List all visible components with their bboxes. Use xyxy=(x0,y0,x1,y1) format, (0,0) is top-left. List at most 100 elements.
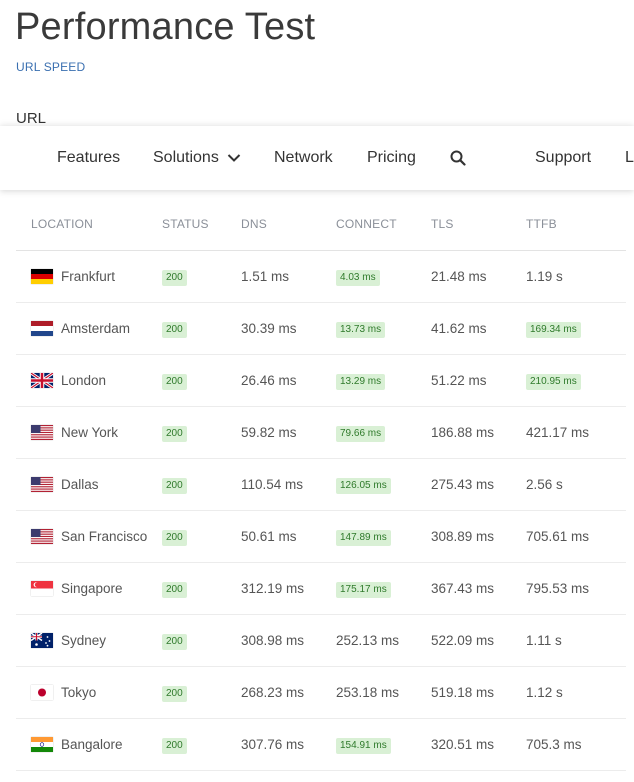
table-row: Tokyo 200 268.23 ms 253.18 ms 519.18 ms 1.12 … xyxy=(16,666,626,719)
cell-location: Sydney xyxy=(16,614,162,667)
connect-value: 13.29 ms xyxy=(336,373,386,390)
location-name: London xyxy=(61,373,107,388)
search-button[interactable] xyxy=(450,126,466,190)
cell-location: Amsterdam xyxy=(16,302,162,355)
ttfb-value: 1.12 s xyxy=(526,685,563,700)
cell-location: London xyxy=(16,354,162,407)
status-badge: 200 xyxy=(162,321,187,338)
ttfb-value: 2.56 s xyxy=(526,477,563,492)
ttfb-value: 795.53 ms xyxy=(526,581,590,596)
usa-flag-icon xyxy=(31,529,53,544)
connect-value: 4.03 ms xyxy=(336,269,380,286)
table-row: San Francisco 200 50.61 ms 147.89 ms 308.89 … xyxy=(16,510,626,563)
cell-tls: 41.62 ms xyxy=(431,302,526,355)
cell-status: 200 xyxy=(162,562,241,615)
page-subtitle: URL SPEED xyxy=(16,60,86,74)
cell-ttfb: 2.56 s xyxy=(526,458,626,511)
header-dns[interactable]: DNS xyxy=(241,198,336,251)
location-name: Sydney xyxy=(61,633,107,648)
nav-item-cut-off[interactable]: L xyxy=(625,126,634,190)
status-badge: 200 xyxy=(162,425,187,442)
connect-value: 147.89 ms xyxy=(336,529,391,546)
status-badge: 200 xyxy=(162,477,187,494)
cell-ttfb: 705.61 ms xyxy=(526,510,626,563)
location-name: Dallas xyxy=(61,477,99,492)
cell-connect: 13.29 ms xyxy=(336,354,431,407)
connect-value: 126.05 ms xyxy=(336,477,391,494)
location-name: Frankfurt xyxy=(61,269,116,284)
cell-connect: 79.66 ms xyxy=(336,406,431,459)
india-flag-icon xyxy=(31,737,53,752)
results-table-container: LOCATION STATUS DNS CONNECT TLS TTFB Fra… xyxy=(16,198,626,771)
nav-network[interactable]: Network xyxy=(274,126,333,190)
nav-solutions[interactable]: Solutions xyxy=(153,126,241,190)
table-row: Bangalore 200 307.76 ms 154.91 ms 320.51 ms 7… xyxy=(16,718,626,771)
cell-connect: 13.73 ms xyxy=(336,302,431,355)
australia-flag-icon xyxy=(30,632,53,648)
location-name: Amsterdam xyxy=(61,321,131,336)
ttfb-value: 1.19 s xyxy=(526,269,563,284)
header-status[interactable]: STATUS xyxy=(162,198,241,251)
header-ttfb[interactable]: TTFB xyxy=(526,198,626,251)
cell-tls: 51.22 ms xyxy=(431,354,526,407)
cell-ttfb: 1.19 s xyxy=(526,250,626,303)
cell-dns: 50.61 ms xyxy=(241,510,336,563)
cell-ttfb: 169.34 ms xyxy=(526,302,626,355)
cell-ttfb: 210.95 ms xyxy=(526,354,626,407)
connect-value: 154.91 ms xyxy=(336,737,391,754)
chevron-down-icon xyxy=(228,154,241,162)
status-badge: 200 xyxy=(162,581,187,598)
nav-support[interactable]: Support xyxy=(535,126,591,190)
cell-location: Bangalore xyxy=(16,718,162,771)
location-name: New York xyxy=(61,425,119,440)
location-name: Tokyo xyxy=(61,685,97,700)
navbar: Features Solutions Network Pricing Suppo… xyxy=(0,126,634,190)
cell-connect: 175.17 ms xyxy=(336,562,431,615)
cell-dns: 312.19 ms xyxy=(241,562,336,615)
table-row: London 200 26.46 ms 13.29 ms 51.22 ms 210.95 … xyxy=(16,354,626,407)
status-badge: 200 xyxy=(162,737,187,754)
usa-flag-icon xyxy=(31,425,53,440)
cell-status: 200 xyxy=(162,406,241,459)
header-tls[interactable]: TLS xyxy=(431,198,526,251)
cell-connect: 154.91 ms xyxy=(336,718,431,771)
cell-tls: 519.18 ms xyxy=(431,666,526,719)
cell-dns: 308.98 ms xyxy=(241,614,336,667)
table-header-row: LOCATION STATUS DNS CONNECT TLS TTFB xyxy=(16,198,626,251)
nav-pricing[interactable]: Pricing xyxy=(367,126,416,190)
cell-dns: 110.54 ms xyxy=(241,458,336,511)
usa-flag-icon xyxy=(31,477,53,492)
connect-value: 253.18 ms xyxy=(336,685,400,700)
nav-solutions-label: Solutions xyxy=(153,149,219,166)
cell-status: 200 xyxy=(162,614,241,667)
nav-features[interactable]: Features xyxy=(57,126,120,190)
cell-ttfb: 421.17 ms xyxy=(526,406,626,459)
cell-connect: 126.05 ms xyxy=(336,458,431,511)
location-name: Singapore xyxy=(61,581,123,596)
cell-status: 200 xyxy=(162,250,241,303)
page-title: Performance Test xyxy=(15,6,316,48)
table-row: Dallas 200 110.54 ms 126.05 ms 275.43 ms 2.56… xyxy=(16,458,626,511)
ttfb-value: 1.11 s xyxy=(526,633,562,648)
header-location[interactable]: LOCATION xyxy=(16,198,162,251)
cell-dns: 1.51 ms xyxy=(241,250,336,303)
cell-ttfb: 1.11 s xyxy=(526,614,626,667)
germany-flag-icon xyxy=(31,269,53,284)
cell-location: Singapore xyxy=(16,562,162,615)
cell-connect: 147.89 ms xyxy=(336,510,431,563)
cell-tls: 522.09 ms xyxy=(431,614,526,667)
cell-tls: 320.51 ms xyxy=(431,718,526,771)
cell-connect: 252.13 ms xyxy=(336,614,431,667)
cell-dns: 26.46 ms xyxy=(241,354,336,407)
table-row: Singapore 200 312.19 ms 175.17 ms 367.43 ms 7… xyxy=(16,562,626,615)
cell-tls: 186.88 ms xyxy=(431,406,526,459)
connect-value: 79.66 ms xyxy=(336,425,386,442)
connect-value: 13.73 ms xyxy=(336,321,386,338)
table-row: Frankfurt 200 1.51 ms 4.03 ms 21.48 ms 1.19 s xyxy=(16,250,626,303)
cell-location: Dallas xyxy=(16,458,162,511)
ttfb-value: 169.34 ms xyxy=(526,321,581,338)
url-label: URL xyxy=(16,110,47,127)
ttfb-value: 705.3 ms xyxy=(526,737,582,752)
cell-ttfb: 705.3 ms xyxy=(526,718,626,771)
header-connect[interactable]: CONNECT xyxy=(336,198,431,251)
